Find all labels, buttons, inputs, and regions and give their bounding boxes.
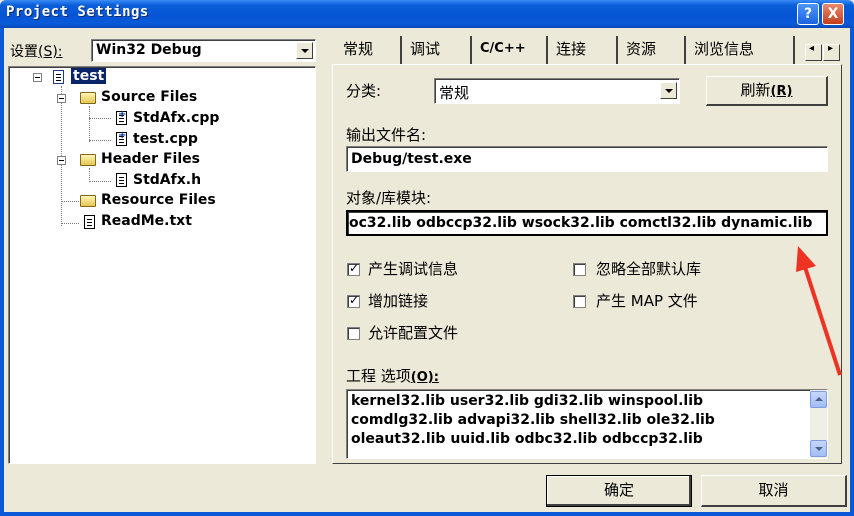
project-icon <box>53 70 64 84</box>
tree-line <box>89 106 90 142</box>
project-options-label: 工程 选项(O): <box>346 365 439 386</box>
settings-label: 设置(S): <box>10 41 63 61</box>
object-library-value: oc32.lib odbccp32.lib wsock32.lib comctl… <box>349 215 813 231</box>
incremental-link-label: 增加链接 <box>368 292 429 310</box>
object-library-label: 对象/库模块: <box>346 189 432 207</box>
output-file-label: 输出文件名: <box>346 126 427 144</box>
cpp-file-icon <box>116 130 127 146</box>
cpp-file-icon <box>116 109 127 125</box>
scroll-down-icon[interactable] <box>810 440 827 457</box>
tree-node-source-files[interactable]: Source Files <box>101 89 197 105</box>
profiling-checkbox[interactable] <box>347 327 360 340</box>
object-library-input[interactable]: oc32.lib odbccp32.lib wsock32.lib comctl… <box>346 210 828 236</box>
annotation-arrow-icon <box>796 246 842 376</box>
collapse-icon[interactable] <box>33 73 42 82</box>
window-title: Project Settings <box>6 4 149 20</box>
folder-icon <box>80 195 96 207</box>
refresh-button[interactable]: 刷新(R) <box>706 76 828 106</box>
project-options-textarea[interactable]: kernel32.lib user32.lib gdi32.lib winspo… <box>346 389 828 459</box>
tree-node-stdafx-cpp[interactable]: StdAfx.cpp <box>133 110 219 126</box>
ignore-default-libs-checkbox[interactable] <box>573 263 586 276</box>
tab-scroll-left-icon[interactable]: ◂ <box>805 43 822 61</box>
settings-label-text: 设置 <box>10 44 38 60</box>
refresh-hotkey: (R) <box>770 84 793 99</box>
map-file-label: 产生 MAP 文件 <box>596 292 698 310</box>
tab-browse-info[interactable]: 浏览信息 <box>684 36 762 64</box>
category-select[interactable]: 常规 <box>434 78 680 104</box>
debug-info-checkbox[interactable] <box>347 261 360 276</box>
ignore-default-libs-label: 忽略全部默认库 <box>596 260 702 278</box>
help-button[interactable]: ? <box>797 3 819 25</box>
tree-node-header-files[interactable]: Header Files <box>101 151 200 167</box>
tab-debug[interactable]: 调试 <box>400 36 448 64</box>
collapse-icon[interactable] <box>57 94 66 103</box>
tree-line <box>61 223 79 224</box>
tab-scroll-right-icon[interactable]: ▸ <box>823 43 840 61</box>
tab-resources[interactable]: 资源 <box>616 36 664 64</box>
ok-button[interactable]: 确定 <box>546 475 692 507</box>
tree-line <box>89 140 111 141</box>
configuration-value: Win32 Debug <box>96 42 202 58</box>
project-tree[interactable]: test Source Files StdAfx.cpp test.cpp He… <box>8 66 316 464</box>
tree-line <box>89 118 111 119</box>
profiling-label: 允许配置文件 <box>368 324 459 342</box>
project-options-label-text: 工程 选项 <box>346 367 411 385</box>
project-options-line: comdlg32.lib advapi32.lib shell32.lib ol… <box>351 412 715 428</box>
project-options-line: oleaut32.lib uuid.lib odbc32.lib odbccp3… <box>351 431 703 447</box>
tab-cpp[interactable]: C/C++ <box>470 36 534 64</box>
tree-node-test-label: test <box>71 68 107 84</box>
header-file-icon <box>116 173 127 187</box>
debug-info-label: 产生调试信息 <box>368 260 459 278</box>
vertical-scrollbar[interactable] <box>810 390 827 458</box>
output-file-value: Debug/test.exe <box>351 151 472 167</box>
incremental-link-checkbox[interactable] <box>347 293 360 308</box>
category-label: 分类: <box>346 82 382 100</box>
tree-line <box>89 168 90 182</box>
project-options-text: kernel32.lib user32.lib gdi32.lib winspo… <box>351 392 715 449</box>
tree-node-readme[interactable]: ReadMe.txt <box>101 213 192 229</box>
project-options-hotkey: (O): <box>410 370 439 385</box>
category-value: 常规 <box>439 84 470 102</box>
map-file-checkbox[interactable] <box>573 295 586 308</box>
chevron-down-icon[interactable] <box>660 82 677 99</box>
tree-node-stdafx-h[interactable]: StdAfx.h <box>133 172 201 188</box>
output-file-input[interactable]: Debug/test.exe <box>346 146 828 172</box>
tree-line <box>61 201 79 202</box>
cancel-button[interactable]: 取消 <box>701 475 847 507</box>
tab-general[interactable]: 常规 <box>335 36 381 64</box>
collapse-icon[interactable] <box>57 156 66 165</box>
tab-link[interactable]: 连接 <box>546 36 595 64</box>
folder-icon <box>80 154 96 166</box>
refresh-label: 刷新 <box>740 81 771 99</box>
project-options-line: kernel32.lib user32.lib gdi32.lib winspo… <box>351 393 704 409</box>
close-button[interactable]: X <box>822 3 844 25</box>
tree-node-test[interactable]: test <box>71 68 107 84</box>
folder-icon <box>80 92 96 104</box>
tree-node-test-cpp[interactable]: test.cpp <box>133 131 198 147</box>
chevron-down-icon[interactable] <box>296 42 313 59</box>
configuration-select[interactable]: Win32 Debug <box>91 39 316 62</box>
scroll-up-icon[interactable] <box>810 391 827 408</box>
text-file-icon <box>84 215 95 229</box>
tree-node-resource-files[interactable]: Resource Files <box>101 192 216 208</box>
settings-hotkey: (S): <box>38 44 63 60</box>
tree-line <box>89 181 111 182</box>
tab-separator <box>793 36 803 64</box>
title-bar: Project Settings ? X <box>0 0 854 28</box>
